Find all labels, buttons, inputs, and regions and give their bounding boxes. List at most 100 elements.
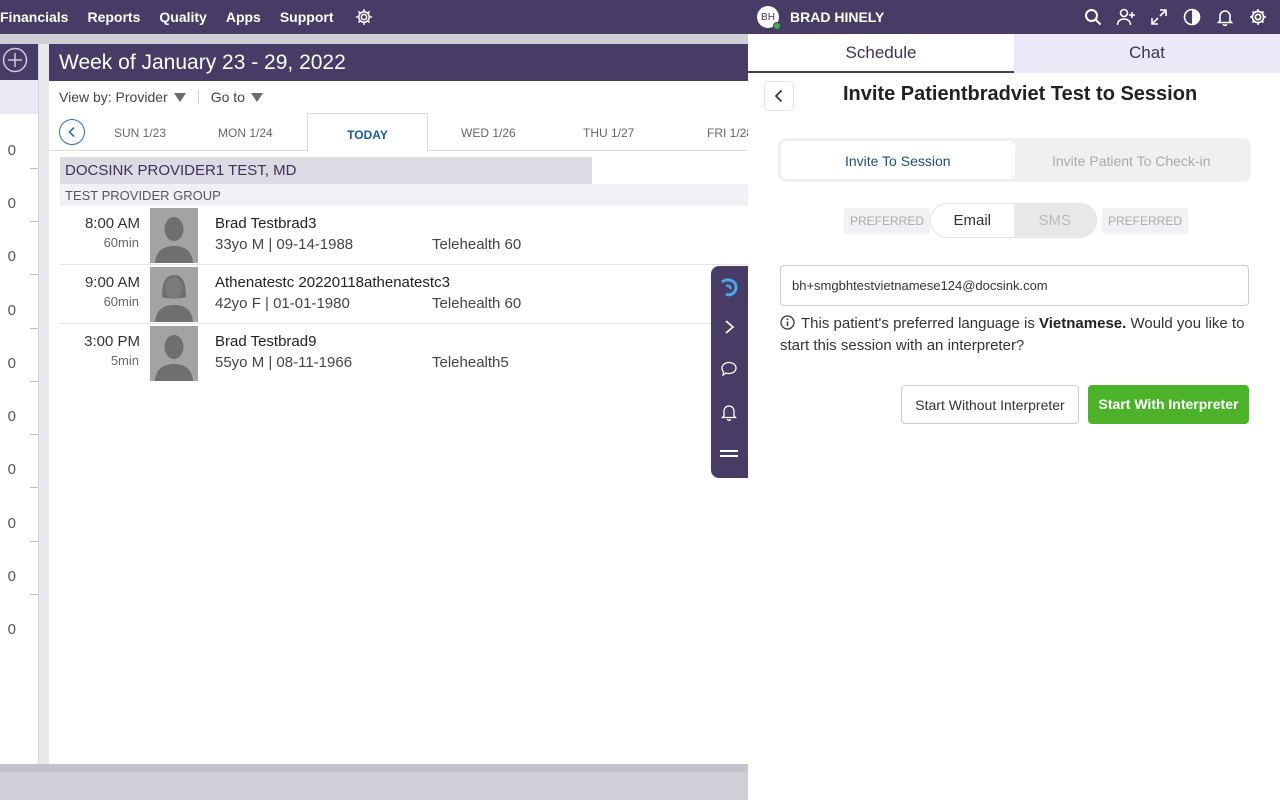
- avatar-initials: BH: [761, 11, 775, 23]
- preferred-badge-sms: PREFERRED: [1102, 208, 1189, 234]
- invite-type-toggle: Invite To Session Invite Patient To Chec…: [778, 138, 1251, 182]
- page-title: Invite Patientbradviet Test to Session: [843, 83, 1198, 105]
- patient-avatar: [150, 326, 198, 381]
- search-icon[interactable]: [1082, 6, 1104, 28]
- appointment-time: 9:00 AM: [84, 274, 140, 291]
- panel-header: BH BRAD HINELY: [748, 0, 1280, 34]
- channel-toggle: Email SMS: [930, 203, 1097, 238]
- provider-name: DOCSINK PROVIDER1 TEST, MD: [60, 157, 592, 184]
- count-value: 0: [7, 142, 16, 159]
- chat-bubble-icon[interactable]: [719, 359, 739, 379]
- tab-schedule[interactable]: Schedule: [748, 34, 1014, 73]
- user-name: BRAD HINELY: [790, 9, 885, 25]
- add-circle-icon[interactable]: [2, 47, 28, 78]
- divider: [30, 274, 38, 275]
- go-to-label: Go to: [210, 89, 245, 105]
- day-tab-thu[interactable]: THU 1/27: [583, 126, 634, 140]
- preferred-language: Vietnamese.: [1039, 315, 1127, 332]
- patient-name: Brad Testbrad3: [215, 215, 317, 232]
- nav-support[interactable]: Support: [280, 9, 334, 25]
- patient-avatar: [150, 267, 198, 322]
- divider: [30, 381, 38, 382]
- header-actions: [1082, 6, 1280, 28]
- patient-demographics: 42yo F | 01-01-1980: [215, 295, 350, 312]
- back-button[interactable]: [764, 81, 794, 111]
- visit-type: Telehealth5: [432, 354, 509, 371]
- day-tab-fri[interactable]: FRI 1/28: [707, 126, 748, 140]
- view-controls: View by: Provider Go to: [49, 81, 748, 113]
- appointment-duration: 60min: [103, 235, 139, 250]
- divider: [30, 541, 38, 542]
- divider: [197, 90, 199, 104]
- panel-tabs: Schedule Chat: [748, 34, 1280, 73]
- caret-down-icon: [250, 92, 263, 102]
- provider-group: TEST PROVIDER GROUP: [60, 184, 748, 206]
- left-column-band: [0, 80, 38, 114]
- appointment-duration: 60min: [103, 294, 139, 309]
- count-value: 0: [7, 461, 16, 478]
- patient-name: Athenatestc 20220118athenatestc3: [215, 274, 450, 291]
- nav-financials[interactable]: Financials: [0, 9, 68, 25]
- count-value: 0: [7, 621, 16, 638]
- appointment-time: 3:00 PM: [84, 333, 140, 350]
- previous-week-button[interactable]: [59, 119, 85, 145]
- divider: [30, 487, 38, 488]
- schedule-main: Week of January 23 - 29, 2022 View by: P…: [49, 44, 748, 764]
- start-with-interpreter-button[interactable]: Start With Interpreter: [1088, 385, 1249, 424]
- start-without-interpreter-button[interactable]: Start Without Interpreter: [901, 385, 1079, 424]
- count-value: 0: [7, 302, 16, 319]
- appointment-row[interactable]: 3:00 PM 5min Brad Testbrad9 55yo M | 08-…: [60, 324, 748, 383]
- sms-option[interactable]: SMS: [1013, 204, 1096, 237]
- invite-checkin-option[interactable]: Invite Patient To Check-in: [1015, 141, 1249, 179]
- top-nav: Financials Reports Quality Apps Support: [0, 0, 748, 34]
- day-tab-mon[interactable]: MON 1/24: [218, 126, 273, 140]
- view-by-label: View by: Provider: [59, 89, 168, 105]
- count-value: 0: [7, 195, 16, 212]
- patient-name: Brad Testbrad9: [215, 333, 317, 350]
- gear-icon[interactable]: [355, 8, 373, 26]
- bell-icon[interactable]: [719, 402, 739, 422]
- add-bar: [0, 44, 38, 80]
- chevron-left-icon: [774, 89, 783, 103]
- caret-down-icon: [173, 92, 186, 102]
- appointment-duration: 5min: [110, 353, 139, 368]
- divider: [30, 594, 38, 595]
- email-field[interactable]: [780, 265, 1249, 306]
- visit-type: Telehealth 60: [432, 236, 522, 253]
- floating-toolbar: [711, 266, 748, 478]
- invite-to-session-option[interactable]: Invite To Session: [781, 141, 1015, 179]
- day-tab-wed[interactable]: WED 1/26: [461, 126, 516, 140]
- patient-avatar: [150, 208, 198, 263]
- divider: [30, 328, 38, 329]
- divider: [0, 764, 748, 772]
- appointment-row[interactable]: 8:00 AM 60min Brad Testbrad3 33yo M | 09…: [60, 206, 748, 265]
- day-tab-today[interactable]: TODAY: [307, 113, 428, 152]
- patient-demographics: 33yo M | 09-14-1988: [215, 236, 354, 253]
- divider: [30, 221, 38, 222]
- gear-icon[interactable]: [1247, 6, 1269, 28]
- info-prefix: This patient's preferred language is: [801, 315, 1035, 332]
- count-value: 0: [7, 568, 16, 585]
- preferred-badge-email: PREFERRED: [844, 208, 931, 234]
- go-to-dropdown[interactable]: Go to: [211, 89, 263, 105]
- nav-quality[interactable]: Quality: [159, 9, 206, 25]
- day-tab-sun[interactable]: SUN 1/23: [114, 126, 166, 140]
- tab-chat[interactable]: Chat: [1014, 34, 1280, 73]
- nav-subbar: [0, 34, 748, 44]
- add-user-icon[interactable]: [1115, 6, 1137, 28]
- menu-icon[interactable]: [719, 444, 739, 464]
- view-by-dropdown[interactable]: View by: Provider: [59, 89, 186, 105]
- appointment-row[interactable]: 9:00 AM 60min Athenatestc 20220118athena…: [60, 265, 748, 324]
- chevron-right-icon[interactable]: [719, 317, 739, 337]
- email-option[interactable]: Email: [931, 204, 1014, 237]
- contrast-icon[interactable]: [1181, 6, 1203, 28]
- nav-apps[interactable]: Apps: [226, 9, 261, 25]
- docsink-logo-icon[interactable]: [719, 277, 739, 297]
- avatar[interactable]: BH: [757, 6, 781, 30]
- bell-icon[interactable]: [1214, 6, 1236, 28]
- visit-type: Telehealth 60: [432, 295, 522, 312]
- divider: [30, 434, 38, 435]
- nav-reports[interactable]: Reports: [87, 9, 140, 25]
- expand-icon[interactable]: [1148, 6, 1170, 28]
- info-icon: [780, 315, 795, 330]
